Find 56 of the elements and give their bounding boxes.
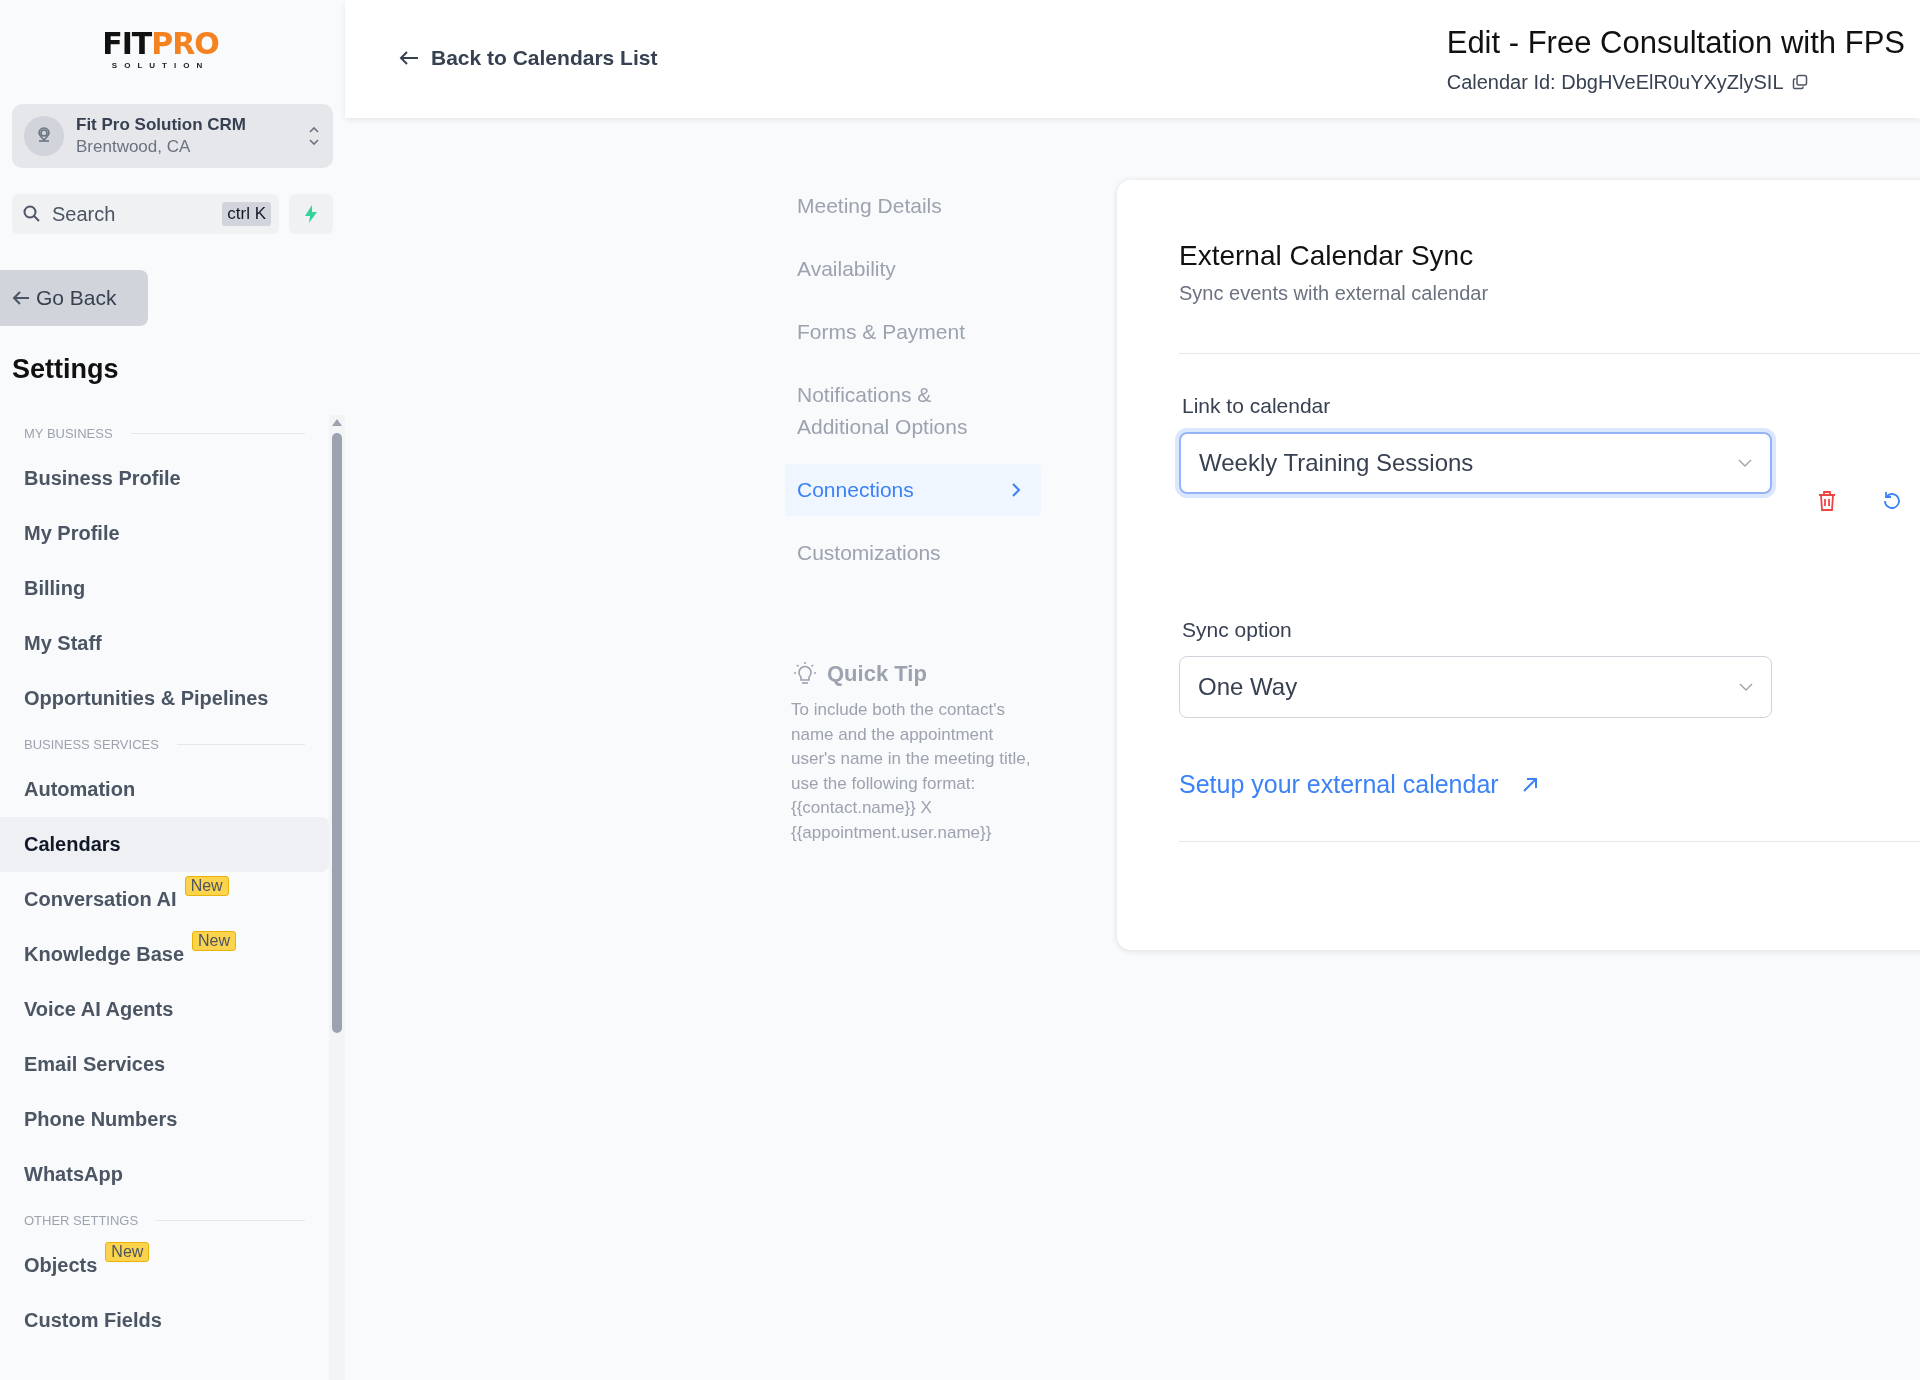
card-subtitle: Sync events with external calendar bbox=[1179, 282, 1490, 305]
logo-text: FIT bbox=[102, 26, 152, 61]
new-badge: New bbox=[192, 931, 237, 951]
new-badge: New bbox=[184, 876, 229, 896]
setup-calendar-link[interactable]: Setup your external calendar bbox=[1179, 770, 1539, 799]
sidebar-item[interactable]: Calendars bbox=[0, 817, 329, 872]
delete-icon[interactable] bbox=[1817, 490, 1837, 512]
arrow-left-icon bbox=[12, 290, 30, 306]
section-heading: BUSINESS SERVICES bbox=[24, 736, 159, 752]
card-title: External Calendar Sync bbox=[1179, 240, 1475, 272]
sidebar-item[interactable]: Business Profile bbox=[0, 451, 329, 506]
chevron-up-down-icon bbox=[307, 124, 321, 148]
sidebar-item[interactable]: WhatsApp bbox=[0, 1147, 329, 1202]
sidebar-item[interactable]: Custom Fields bbox=[0, 1293, 329, 1348]
search-icon bbox=[22, 204, 42, 224]
chevron-down-icon bbox=[1738, 459, 1752, 467]
field-label: Sync option bbox=[1181, 618, 1293, 642]
quick-tip-title: Quick Tip bbox=[827, 661, 927, 687]
sidebar-item[interactable]: Phone Numbers bbox=[0, 1092, 329, 1147]
copy-icon[interactable] bbox=[1791, 74, 1808, 90]
arrow-left-icon bbox=[399, 50, 419, 66]
shortcut-hint: ctrl K bbox=[222, 202, 271, 226]
sidebar-item[interactable]: Opportunities & Pipelines bbox=[0, 671, 329, 726]
search-input[interactable]: Search bbox=[50, 201, 215, 227]
chevron-down-icon bbox=[1739, 683, 1753, 691]
page-title: Edit - Free Consultation with FPS bbox=[1446, 24, 1905, 61]
sidebar-item[interactable]: Knowledge Base New bbox=[0, 927, 329, 982]
account-location: Brentwood, CA bbox=[76, 137, 192, 157]
location-pin-icon bbox=[24, 116, 64, 156]
account-switcher[interactable]: Fit Pro Solution CRM Brentwood, CA bbox=[12, 104, 333, 168]
lightning-icon bbox=[303, 204, 319, 224]
sidebar-item[interactable]: My Staff bbox=[0, 616, 329, 671]
logo-text: PRO bbox=[151, 26, 219, 61]
sidebar-item[interactable]: Objects New bbox=[0, 1238, 329, 1293]
sidebar-item[interactable]: Voice AI Agents bbox=[0, 982, 329, 1037]
calendar-id: Calendar Id: DbgHVeElR0uYXyZlySIL bbox=[1446, 70, 1784, 94]
quick-tip-text: To include both the contact's name and the appointment user's name in the meeting title, use the following format: {{contact.name}} X {{appointment.user.name}} bbox=[791, 699, 1032, 844]
new-badge: New bbox=[105, 1242, 150, 1262]
scrollbar-thumb[interactable] bbox=[332, 433, 342, 1033]
field-label: Link to calendar bbox=[1181, 394, 1332, 418]
section-heading: MY BUSINESS bbox=[24, 425, 113, 441]
dropdown-field[interactable]: One Way bbox=[1179, 656, 1772, 718]
section-heading: OTHER SETTINGS bbox=[24, 1212, 139, 1228]
scroll-up-icon[interactable] bbox=[331, 417, 343, 427]
logo-tagline: SOLUTION bbox=[111, 61, 210, 70]
search-bar[interactable]: Search ctrl K bbox=[12, 194, 279, 234]
sidebar-item[interactable]: Billing bbox=[0, 561, 329, 616]
undo-icon[interactable] bbox=[1881, 490, 1903, 512]
sidebar-item[interactable]: My Profile bbox=[0, 506, 329, 561]
go-back-button[interactable]: Go Back bbox=[0, 270, 148, 326]
sidebar-title: Settings bbox=[12, 354, 120, 385]
chevron-right-icon bbox=[1011, 482, 1021, 498]
sidebar-item[interactable]: Email Services bbox=[0, 1037, 329, 1092]
sidebar-item[interactable]: Conversation AI New bbox=[0, 872, 329, 927]
account-name: Fit Pro Solution CRM bbox=[76, 115, 247, 135]
sidebar-item[interactable]: Automation bbox=[0, 762, 329, 817]
